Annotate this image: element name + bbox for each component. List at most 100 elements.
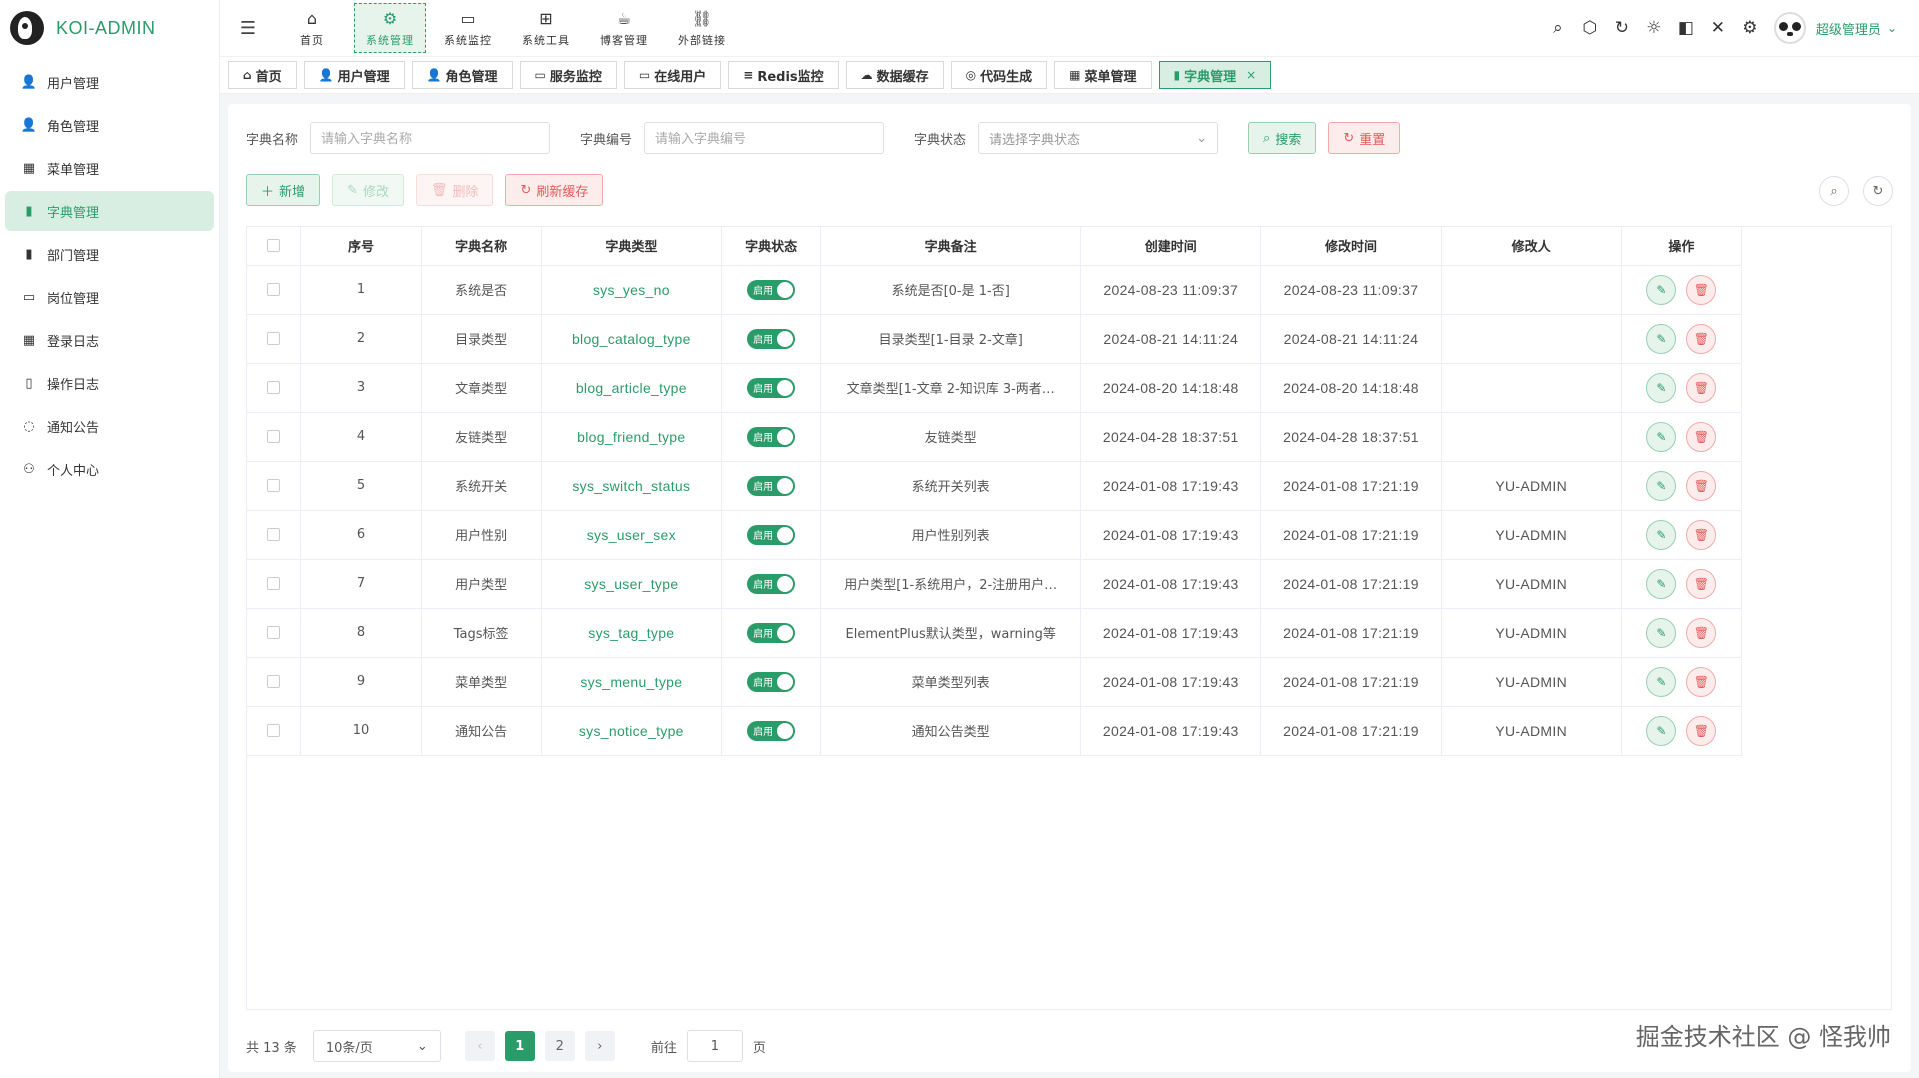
- edit-row-icon[interactable]: ✎: [1646, 274, 1677, 305]
- status-switch[interactable]: 启用: [747, 475, 796, 496]
- edit-button[interactable]: ✎ 修改: [332, 174, 404, 206]
- row-checkbox[interactable]: [267, 283, 281, 296]
- cell-type[interactable]: blog_article_type: [541, 363, 722, 413]
- search-icon[interactable]: ⌕: [1542, 18, 1574, 38]
- row-checkbox[interactable]: [267, 577, 281, 590]
- cell-type[interactable]: blog_friend_type: [541, 412, 722, 462]
- edit-row-icon[interactable]: ✎: [1646, 715, 1677, 746]
- status-switch[interactable]: 启用: [747, 524, 796, 545]
- table-row[interactable]: 3 文章类型 blog_article_type 启用 文章类型[1-文章 2-知识库 …: [247, 363, 1743, 413]
- cell-type[interactable]: sys_user_type: [541, 559, 722, 609]
- sidebar-item-3[interactable]: ▮ 字典管理: [5, 191, 214, 231]
- cell-type[interactable]: sys_switch_status: [541, 461, 722, 511]
- status-switch[interactable]: 启用: [747, 377, 796, 398]
- chevron-down-icon[interactable]: ⌄: [1887, 21, 1897, 35]
- collapse-menu-icon[interactable]: ☰: [220, 0, 276, 56]
- select-all-checkbox[interactable]: [267, 239, 281, 253]
- tab-9[interactable]: ▮ 字典管理 ×: [1158, 61, 1272, 89]
- cell-type[interactable]: blog_catalog_type: [541, 314, 722, 364]
- table-row[interactable]: 2 目录类型 blog_catalog_type 启用 目录类型[1-目录 2-文章] 2…: [247, 314, 1743, 364]
- sidebar-item-4[interactable]: ▮ 部门管理: [5, 234, 214, 274]
- sidebar-item-1[interactable]: 👤 角色管理: [5, 105, 214, 145]
- topnav-item-5[interactable]: ⛓ 外部链接: [666, 3, 738, 53]
- row-checkbox[interactable]: [267, 479, 281, 492]
- edit-row-icon[interactable]: ✎: [1646, 666, 1677, 697]
- table-row[interactable]: 9 菜单类型 sys_menu_type 启用 菜单类型列表 2024-01-08 17:…: [247, 657, 1743, 707]
- topnav-item-4[interactable]: ☕ 博客管理: [588, 3, 660, 53]
- status-switch[interactable]: 启用: [747, 328, 796, 349]
- delete-button[interactable]: 🗑 删除: [415, 174, 494, 206]
- logo[interactable]: KOI-ADMIN: [0, 0, 219, 56]
- edit-row-icon[interactable]: ✎: [1646, 470, 1677, 501]
- sidebar-item-5[interactable]: ▭ 岗位管理: [5, 277, 214, 317]
- sidebar-item-9[interactable]: ⚇ 个人中心: [5, 449, 214, 489]
- tab-6[interactable]: ☁ 数据缓存: [845, 61, 944, 89]
- sidebar-item-6[interactable]: ▦ 登录日志: [5, 320, 214, 360]
- dict-status-select[interactable]: 请选择字典状态 ⌄: [978, 122, 1219, 154]
- dict-name-input[interactable]: [310, 122, 551, 154]
- close-icon[interactable]: ×: [1246, 68, 1256, 82]
- table-row[interactable]: 8 Tags标签 sys_tag_type 启用 ElementPlus默认类型，war…: [247, 608, 1743, 658]
- tab-8[interactable]: ▦ 菜单管理: [1054, 61, 1152, 89]
- cell-type[interactable]: sys_menu_type: [541, 657, 722, 707]
- edit-row-icon[interactable]: ✎: [1646, 372, 1677, 403]
- row-checkbox[interactable]: [267, 724, 281, 737]
- toggle-search-icon[interactable]: ⌕: [1819, 176, 1849, 206]
- reset-button[interactable]: ↻ 重置: [1328, 122, 1401, 154]
- row-checkbox[interactable]: [267, 332, 281, 345]
- delete-row-icon[interactable]: 🗑: [1686, 666, 1717, 697]
- table-row[interactable]: 7 用户类型 sys_user_type 启用 用户类型[1-系统用户，2-注册用户… 2…: [247, 559, 1743, 609]
- topnav-item-2[interactable]: ▭ 系统监控: [432, 3, 504, 53]
- table-row[interactable]: 6 用户性别 sys_user_sex 启用 用户性别列表 2024-01-08 17:1…: [247, 510, 1743, 560]
- cell-type[interactable]: sys_tag_type: [541, 608, 722, 658]
- table-row[interactable]: 10 通知公告 sys_notice_type 启用 通知公告类型 2024-01-08 …: [247, 706, 1743, 756]
- row-checkbox[interactable]: [267, 626, 281, 639]
- delete-row-icon[interactable]: 🗑: [1686, 323, 1717, 354]
- tab-7[interactable]: ◎ 代码生成: [950, 61, 1048, 89]
- layout-switch-icon[interactable]: ◧: [1670, 18, 1702, 38]
- status-switch[interactable]: 启用: [747, 671, 796, 692]
- sun-icon[interactable]: ☼: [1638, 18, 1670, 38]
- page-size-select[interactable]: 10条/页 ⌄: [312, 1030, 441, 1062]
- sidebar-item-2[interactable]: ▦ 菜单管理: [5, 148, 214, 188]
- add-button[interactable]: ＋ 新增: [246, 174, 321, 206]
- close-x-icon[interactable]: ✕: [1702, 18, 1734, 38]
- delete-row-icon[interactable]: 🗑: [1686, 519, 1717, 550]
- refresh-cache-button[interactable]: ↻ 刷新缓存: [505, 174, 604, 206]
- topnav-item-1[interactable]: ⚙ 系统管理: [354, 3, 426, 53]
- cell-type[interactable]: sys_notice_type: [541, 706, 722, 756]
- row-checkbox[interactable]: [267, 430, 281, 443]
- delete-row-icon[interactable]: 🗑: [1686, 568, 1717, 599]
- cell-type[interactable]: sys_yes_no: [541, 265, 722, 315]
- topnav-item-0[interactable]: ⌂ 首页: [276, 3, 348, 53]
- edit-row-icon[interactable]: ✎: [1646, 421, 1677, 452]
- sidebar-item-0[interactable]: 👤 用户管理: [5, 62, 214, 102]
- refresh-table-icon[interactable]: ↻: [1863, 176, 1893, 206]
- user-name[interactable]: 超级管理员: [1816, 19, 1881, 38]
- goto-page-input[interactable]: 1: [686, 1030, 743, 1062]
- sidebar-item-8[interactable]: ◌ 通知公告: [5, 406, 214, 446]
- tab-5[interactable]: ≡ Redis监控: [728, 61, 839, 89]
- table-row[interactable]: 5 系统开关 sys_switch_status 启用 系统开关列表 2024-01-08…: [247, 461, 1743, 511]
- cell-type[interactable]: sys_user_sex: [541, 510, 722, 560]
- table-row[interactable]: 4 友链类型 blog_friend_type 启用 友链类型 2024-04-28 18…: [247, 412, 1743, 462]
- edit-row-icon[interactable]: ✎: [1646, 519, 1677, 550]
- next-page-icon[interactable]: ›: [584, 1031, 615, 1061]
- delete-row-icon[interactable]: 🗑: [1686, 372, 1717, 403]
- delete-row-icon[interactable]: 🗑: [1686, 470, 1717, 501]
- status-switch[interactable]: 启用: [747, 279, 796, 300]
- prev-page-icon[interactable]: ‹: [464, 1031, 495, 1061]
- page-button-1[interactable]: 1: [504, 1031, 535, 1061]
- status-switch[interactable]: 启用: [747, 622, 796, 643]
- delete-row-icon[interactable]: 🗑: [1686, 421, 1717, 452]
- delete-row-icon[interactable]: 🗑: [1686, 715, 1717, 746]
- sidebar-item-7[interactable]: ▯ 操作日志: [5, 363, 214, 403]
- status-switch[interactable]: 启用: [747, 720, 796, 741]
- theme-cube-icon[interactable]: ⬡: [1574, 18, 1606, 38]
- row-checkbox[interactable]: [267, 381, 281, 394]
- table-row[interactable]: 1 系统是否 sys_yes_no 启用 系统是否[0-是 1-否] 2024-08-23…: [247, 265, 1743, 315]
- tab-4[interactable]: ▭ 在线用户: [623, 61, 722, 89]
- tab-2[interactable]: 👤 角色管理: [411, 61, 513, 89]
- status-switch[interactable]: 启用: [747, 426, 796, 447]
- topnav-item-3[interactable]: ⊞ 系统工具: [510, 3, 582, 53]
